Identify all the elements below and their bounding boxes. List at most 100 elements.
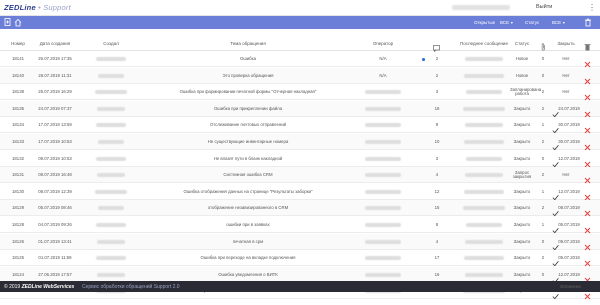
close-icon[interactable] [584, 221, 591, 234]
table-row[interactable]: 18135 24.07.2019 07:37 Ошибка при прикрепл… [0, 100, 600, 118]
table-row[interactable]: 18129 05.07.2019 08:46 отображение незавиз… [0, 200, 600, 217]
close-icon[interactable] [584, 72, 591, 84]
close-icon[interactable] [584, 171, 591, 184]
close-icon[interactable] [584, 204, 591, 217]
closed-date: 05.07.2019 [558, 255, 580, 261]
close-icon[interactable] [584, 138, 591, 151]
ticket-topic[interactable]: ошибки при в заявках [226, 222, 269, 228]
header-author: Создал [103, 41, 119, 46]
ticket-topic[interactable]: Ошибка [240, 56, 256, 62]
close-icon[interactable] [584, 155, 591, 167]
ticket-number[interactable]: 18135 [12, 106, 24, 112]
ticket-topic[interactable]: Ошибка отображения данных на странице "Р… [183, 189, 312, 195]
close-icon[interactable] [584, 105, 591, 118]
table-row[interactable]: 18131 08.07.2019 16:48 Системная ошибка CR… [0, 167, 600, 184]
home-icon[interactable] [14, 18, 22, 27]
ticket-topic[interactable]: печатная в срм [233, 239, 263, 245]
table-row[interactable]: 18141 26.07.2019 17:35 Ошибка N/A 2 Новое 0 Нет [0, 51, 600, 68]
table-row[interactable]: 18130 08.07.2019 12:39 Ошибка отображения … [0, 184, 600, 201]
ticket-number[interactable]: 18138 [12, 90, 24, 95]
ticket-number[interactable]: 18132 [12, 156, 24, 162]
ticket-number[interactable]: 18125 [12, 256, 24, 261]
last-message-redacted [465, 173, 503, 178]
created-date: 01.07.2019 11:59 [38, 255, 72, 261]
ticket-topic[interactable]: Ошибка при формировании печатной формы "… [180, 90, 317, 95]
filter-label: Статус [525, 20, 539, 25]
ticket-number[interactable]: 18141 [12, 56, 24, 62]
table-row[interactable]: 18126 01.07.2019 13:41 печатная в срм 4 Закр… [0, 233, 600, 250]
add-document-icon[interactable] [4, 18, 12, 27]
filter-text: ВСЕ [552, 19, 562, 25]
ticket-status: Закрыто [513, 255, 531, 261]
ticket-topic[interactable]: отображение незавизированного в CRM [208, 206, 288, 211]
close-icon[interactable] [584, 238, 591, 250]
closed-date: 08.07.2019 [558, 205, 580, 211]
ticket-number[interactable]: 18130 [12, 189, 24, 195]
ticket-topic[interactable]: Не влазят пути в бланк накладной [214, 156, 283, 162]
operator-redacted [365, 206, 401, 211]
filter-dropdown[interactable]: ВСЕ▼ [500, 20, 514, 25]
ticket-topic[interactable]: Это проверка обращения [223, 73, 274, 79]
close-icon[interactable] [584, 271, 591, 284]
ticket-topic[interactable]: Ошибка уведомления о ВИТК [218, 272, 278, 278]
chevron-down-icon: ▼ [510, 20, 514, 25]
filter-label: Открытые [474, 20, 495, 25]
attachment-count: 0 [541, 155, 545, 161]
table-row[interactable]: 18132 09.07.2019 10:53 Не влазят пути в бл… [0, 151, 600, 167]
ticket-topic[interactable]: Системная ошибка CRM [223, 173, 272, 178]
logo-main: ZEDLine [4, 3, 36, 12]
logout-button[interactable]: Выйти [536, 4, 552, 10]
ticket-number[interactable]: 18124 [12, 272, 24, 278]
table-row[interactable]: 18140 26.07.2019 11:31 Это проверка обраще… [0, 67, 600, 84]
ticket-number[interactable]: 18134 [12, 123, 24, 128]
attachment-count: 2 [541, 89, 545, 95]
close-status[interactable]: Нет [562, 56, 569, 62]
close-icon[interactable] [584, 254, 591, 267]
ticket-number[interactable]: 18140 [12, 73, 24, 79]
ticket-status: Закрыто [513, 155, 531, 161]
trash-icon[interactable] [584, 18, 592, 27]
closed-date: 09.07.2019 [558, 238, 580, 244]
footer-brand[interactable]: ZEDLine WebServices [22, 284, 75, 290]
filter-dropdown[interactable]: ВСЕ▼ [552, 20, 566, 25]
creator-redacted [96, 57, 126, 61]
ticket-number[interactable]: 18129 [12, 206, 24, 211]
ticket-topic[interactable]: Ошибка при прикреплении файла [214, 106, 282, 112]
closed-date: 12.07.2019 [558, 271, 580, 277]
ticket-status: Закрыто [513, 105, 531, 111]
last-message-redacted [466, 223, 502, 227]
close-status[interactable]: Нет [562, 90, 569, 95]
ticket-number[interactable]: 18133 [12, 139, 24, 145]
last-message-redacted [466, 156, 502, 161]
table-row[interactable]: 18133 17.07.2019 10:53 Не существующие инв… [0, 134, 600, 151]
footer-copyright: © 2019 ZEDLine WebServices [4, 284, 74, 290]
closed-date: 12.07.2019 [558, 188, 580, 194]
table-row[interactable]: 18128 04.07.2019 09:26 ошибки при в заявка… [0, 217, 600, 234]
more-vert-icon[interactable]: ⋮ [588, 2, 596, 13]
creator-redacted [95, 189, 127, 194]
operator-redacted [365, 272, 401, 277]
close-status[interactable]: Нет [562, 73, 569, 79]
ticket-topic[interactable]: Не существующие инвентарные номера [208, 139, 288, 145]
table-row[interactable]: 18125 01.07.2019 11:59 Ошибка при переходе… [0, 250, 600, 267]
operator-name: N/A [379, 56, 387, 61]
ticket-number[interactable]: 18128 [12, 222, 24, 228]
message-count: 2 [435, 56, 439, 61]
app-logo[interactable]: ZEDLine • Support [4, 3, 71, 12]
close-icon[interactable] [584, 188, 591, 201]
last-message-redacted [463, 206, 505, 211]
message-count: 3 [435, 89, 439, 95]
ticket-topic[interactable]: Отслеживание почтовых отправлений [210, 123, 286, 128]
close-icon[interactable] [584, 121, 591, 134]
ticket-number[interactable]: 18131 [12, 173, 24, 178]
chevron-down-icon: ▼ [562, 20, 566, 25]
close-icon[interactable] [584, 88, 591, 101]
close-icon[interactable] [584, 55, 591, 68]
table-row[interactable]: 18138 25.07.2019 16:29 Ошибка при формиров… [0, 84, 600, 101]
table-row[interactable]: 18134 17.07.2019 13:59 Отслеживание почтов… [0, 117, 600, 134]
close-status[interactable]: Нет [562, 173, 569, 178]
ticket-number[interactable]: 18126 [12, 239, 24, 245]
ticket-status: Закрыто [513, 222, 531, 227]
attachment-count: 1 [541, 122, 545, 128]
ticket-topic[interactable]: Ошибка при переходе на вкладке подключен… [201, 256, 296, 261]
